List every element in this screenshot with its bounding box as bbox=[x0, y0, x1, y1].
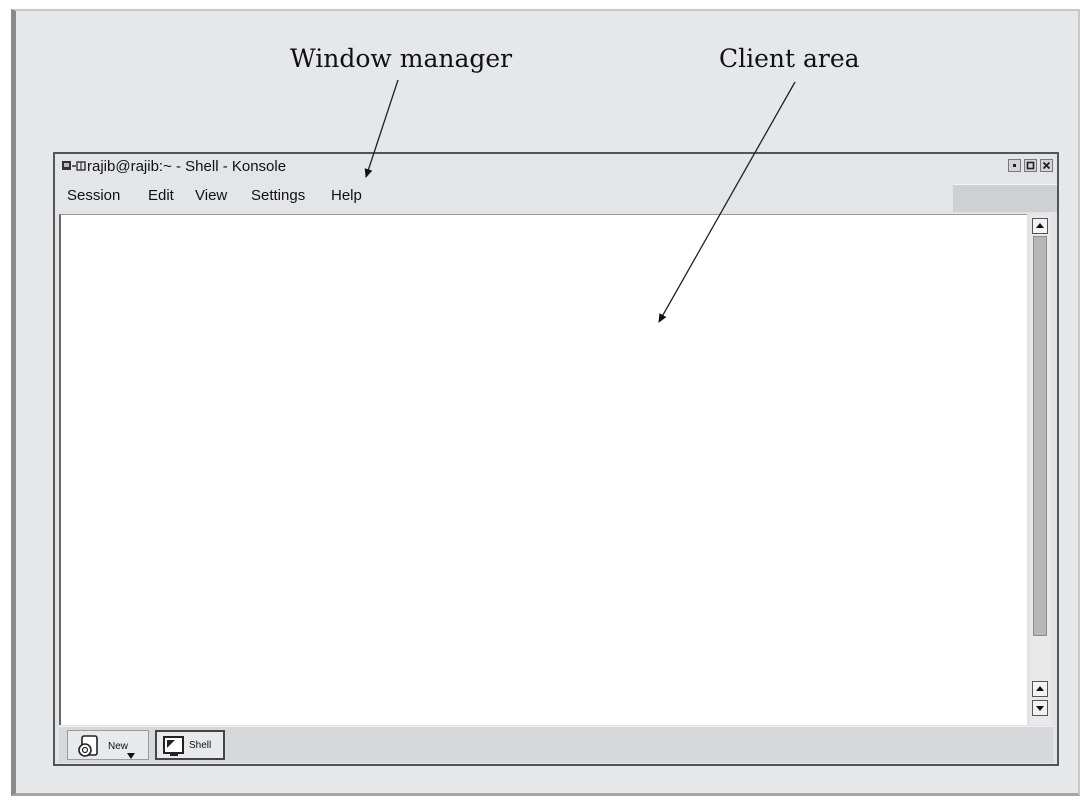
tab-new-label: New bbox=[108, 741, 129, 752]
arrow-down-icon bbox=[1036, 706, 1044, 711]
tab-shell[interactable]: Shell bbox=[155, 730, 225, 760]
callout-window-manager: Window manager bbox=[290, 44, 513, 73]
minimize-icon[interactable] bbox=[1008, 159, 1021, 172]
menubar-spacer bbox=[953, 184, 1057, 212]
scroll-thumb[interactable] bbox=[1033, 236, 1047, 636]
window-controls bbox=[1008, 159, 1053, 172]
scroll-down-button[interactable] bbox=[1032, 700, 1048, 716]
title-bar[interactable]: rajib@rajib:~ - Shell - Konsole bbox=[55, 154, 1057, 180]
scroll-up-button-bottom[interactable] bbox=[1032, 681, 1048, 697]
terminal-icon bbox=[163, 736, 184, 756]
callout-client-area: Client area bbox=[719, 44, 860, 73]
menu-settings[interactable]: Settings bbox=[251, 187, 305, 204]
menu-bar: Session Edit View Settings Help bbox=[55, 181, 1057, 212]
scroll-up-button[interactable] bbox=[1032, 218, 1048, 234]
tab-new[interactable]: New bbox=[67, 730, 149, 760]
maximize-icon[interactable] bbox=[1024, 159, 1037, 172]
close-icon[interactable] bbox=[1040, 159, 1053, 172]
session-tab-bar: New Shell bbox=[59, 726, 1053, 763]
menu-help[interactable]: Help bbox=[331, 187, 362, 204]
client-area[interactable] bbox=[59, 214, 1027, 725]
arrow-up-icon bbox=[1036, 223, 1044, 228]
menu-session[interactable]: Session bbox=[67, 187, 120, 204]
chevron-down-icon[interactable] bbox=[126, 753, 136, 759]
vertical-scrollbar[interactable] bbox=[1030, 214, 1051, 725]
app-icon[interactable] bbox=[62, 161, 86, 173]
window-title: rajib@rajib:~ - Shell - Konsole bbox=[87, 158, 287, 175]
menu-view[interactable]: View bbox=[195, 187, 227, 204]
arrow-up-icon bbox=[1036, 686, 1044, 691]
konsole-window: rajib@rajib:~ - Shell - Konsole Session … bbox=[53, 152, 1059, 766]
tab-shell-label: Shell bbox=[189, 740, 212, 751]
menu-edit[interactable]: Edit bbox=[148, 187, 174, 204]
new-session-icon bbox=[78, 735, 98, 757]
